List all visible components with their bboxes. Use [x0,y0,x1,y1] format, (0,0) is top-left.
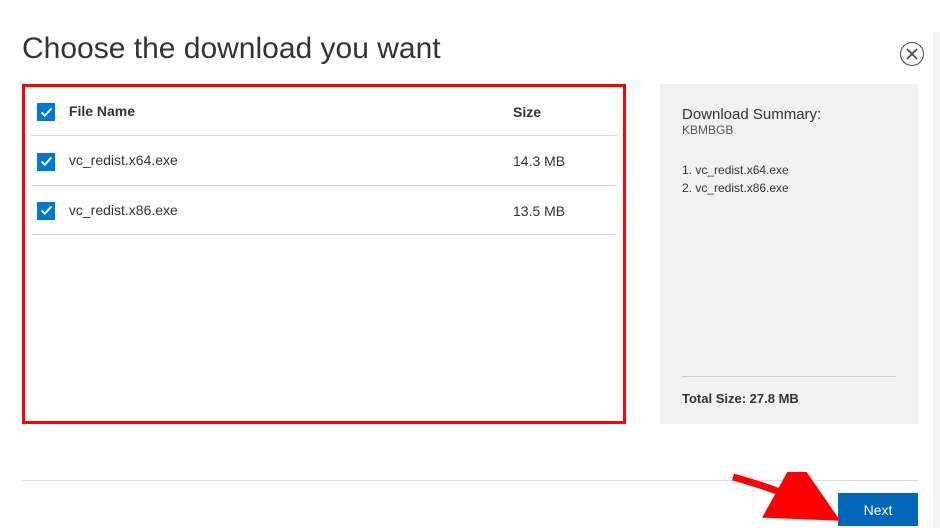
select-all-checkbox[interactable] [37,103,55,121]
file-name: vc_redist.x86.exe [69,202,178,218]
file-checkbox[interactable] [37,153,55,171]
summary-file-item: vc_redist.x86.exe [682,181,896,195]
download-summary-panel: Download Summary: KBMBGB vc_redist.x64.e… [660,84,918,424]
next-button[interactable]: Next [838,493,918,526]
vertical-scrollbar[interactable] [933,32,940,528]
file-name: vc_redist.x64.exe [69,152,178,168]
check-icon [40,106,53,119]
column-header-size: Size [507,87,617,136]
table-row: vc_redist.x86.exe 13.5 MB [31,185,617,234]
check-icon [40,204,53,217]
close-icon [906,48,918,60]
summary-file-list: vc_redist.x64.exe vc_redist.x86.exe [682,163,896,199]
summary-title: Download Summary: [682,106,896,123]
table-row: vc_redist.x64.exe 14.3 MB [31,136,617,185]
file-table: File Name Size vc_redist.x64.exe 14.3 MB [31,87,617,235]
check-icon [40,155,53,168]
file-checkbox[interactable] [37,202,55,220]
file-size: 14.3 MB [507,136,617,185]
footer-divider [22,480,918,481]
column-name-label: File Name [69,103,135,119]
summary-subtitle: KBMBGB [682,123,896,137]
total-size: Total Size: 27.8 MB [682,376,896,406]
file-selection-panel: File Name Size vc_redist.x64.exe 14.3 MB [22,84,626,424]
table-header-row: File Name Size [31,87,617,136]
close-button[interactable] [900,42,924,66]
summary-file-item: vc_redist.x64.exe [682,163,896,177]
file-size: 13.5 MB [507,185,617,234]
page-title: Choose the download you want [22,32,940,66]
column-header-name: File Name [31,87,507,136]
